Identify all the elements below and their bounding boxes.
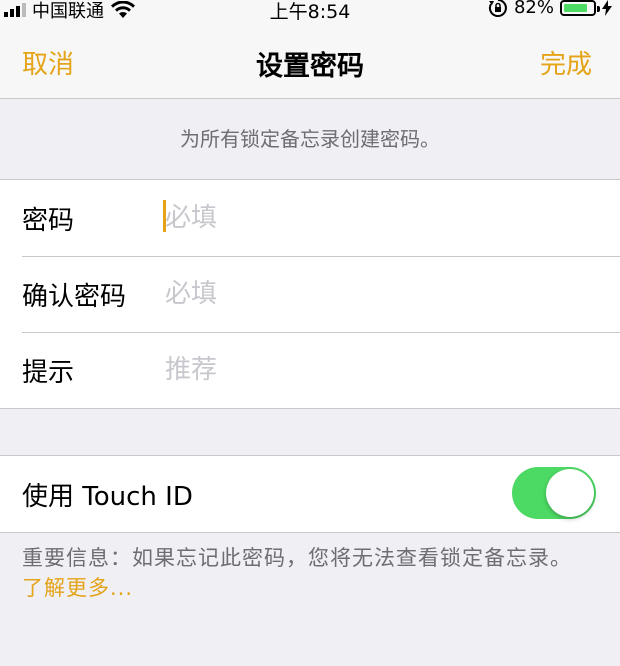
touch-id-label: 使用 Touch ID [22,482,193,512]
done-button[interactable]: 完成 [540,44,592,81]
password-label: 密码 [22,206,75,236]
battery-percent: 82% [513,0,554,18]
rotation-lock-icon [488,0,507,17]
touch-id-toggle[interactable] [512,467,596,519]
page-title: 设置密码 [256,51,364,82]
password-field[interactable] [165,196,585,240]
touch-id-row: 使用 Touch ID [0,456,620,532]
confirm-password-label: 确认密码 [22,282,127,312]
status-bar: 中国联通 上午8:54 82% [0,0,620,23]
section-header: 为所有锁定备忘录创建密码。 [180,127,440,151]
hint-label: 提示 [22,358,75,388]
learn-more-link[interactable]: 了解更多... [22,576,133,600]
footer-note: 重要信息：如果忘记此密码，您将无法查看锁定备忘录。 了解更多... [22,543,598,603]
password-form-group: 密码 确认密码 提示 [0,179,620,409]
hint-field[interactable] [165,348,585,392]
charging-icon [602,0,612,16]
confirm-password-field[interactable] [165,272,585,316]
footer-note-text: 重要信息：如果忘记此密码，您将无法查看锁定备忘录。 [22,546,572,570]
password-row: 密码 [0,180,620,256]
status-right: 82% [488,0,612,18]
battery-icon [560,0,600,16]
hint-row: 提示 [0,332,620,408]
confirm-password-row: 确认密码 [0,256,620,332]
touch-id-group: 使用 Touch ID [0,455,620,533]
navigation-bar: 取消 设置密码 完成 [0,22,620,99]
toggle-knob [546,469,594,517]
